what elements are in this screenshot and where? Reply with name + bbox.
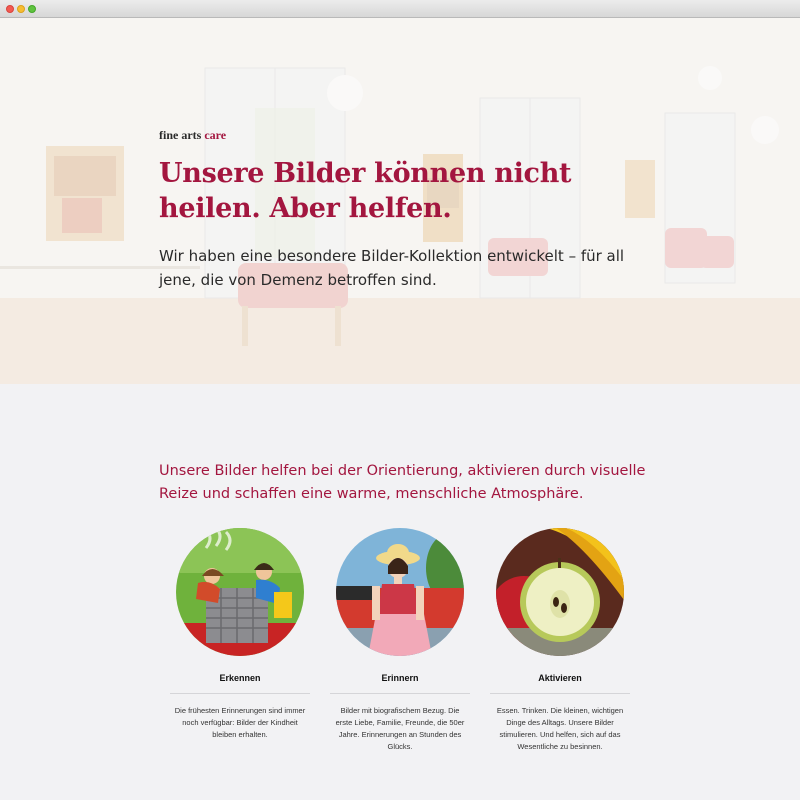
feature-image-children-painting: [176, 528, 304, 656]
feature-image-apple-painting: [496, 528, 624, 656]
feature-text: Essen. Trinken. Die kleinen, wichtigen D…: [496, 706, 624, 751]
feature-aktivieren: Aktivieren Essen. Trinken. Die kleinen, …: [490, 528, 630, 753]
brand-name-part1: fine arts: [159, 128, 202, 142]
feature-erkennen: Erkennen Die frühesten Erinnerungen sind…: [170, 528, 310, 741]
browser-window-chrome: [0, 0, 800, 18]
feature-text: Bilder mit biografischem Bezug. Die erst…: [335, 706, 465, 751]
hero-section: fine arts care Unsere Bilder können nich…: [0, 18, 800, 384]
maximize-window-button[interactable]: [28, 5, 36, 13]
feature-divider: [330, 693, 470, 694]
feature-divider: [490, 693, 630, 694]
hero-title: Unsere Bilder können nicht heilen. Aber …: [159, 158, 572, 224]
feature-divider: [170, 693, 310, 694]
feature-text: Die frühesten Erinnerungen sind immer no…: [174, 706, 306, 739]
hero-subtitle: Wir haben eine besondere Bilder-Kollekti…: [159, 247, 625, 289]
close-window-button[interactable]: [6, 5, 14, 13]
feature-erinnern: Erinnern Bilder mit biografischem Bezug.…: [330, 528, 470, 753]
feature-image-woman-painting: [336, 528, 464, 656]
feature-title: Erkennen: [219, 673, 261, 683]
feature-title: Aktivieren: [538, 673, 582, 683]
minimize-window-button[interactable]: [17, 5, 25, 13]
intro-text: Unsere Bilder helfen bei der Orientierun…: [159, 463, 646, 502]
feature-title: Erinnern: [381, 673, 419, 683]
brand-name-part2: care: [204, 128, 227, 142]
brand-logo[interactable]: fine arts care: [159, 128, 226, 143]
